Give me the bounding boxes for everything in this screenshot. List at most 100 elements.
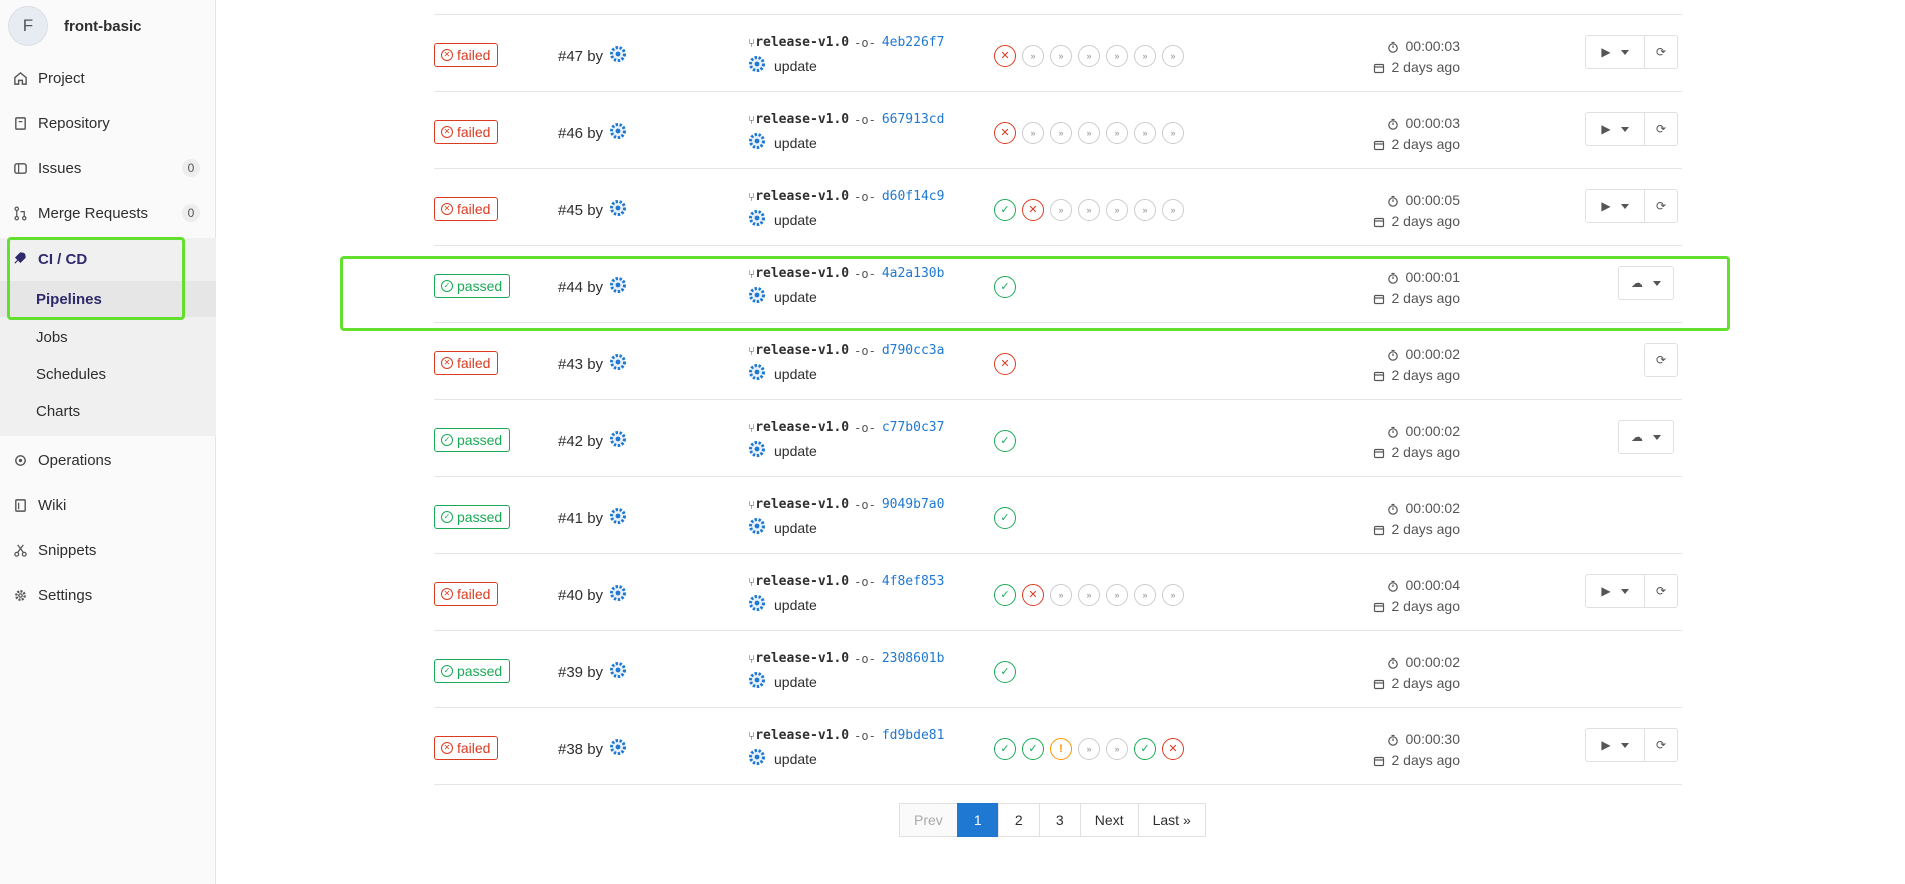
pagination-page-3[interactable]: 3 bbox=[1038, 803, 1081, 837]
stage-skipped-icon[interactable]: » bbox=[1050, 45, 1072, 67]
stage-failed-icon[interactable]: ✕ bbox=[994, 122, 1016, 144]
pipeline-number[interactable]: #43 bbox=[558, 356, 583, 373]
pipeline-number[interactable]: #41 bbox=[558, 510, 583, 527]
project-header[interactable]: F front-basic bbox=[8, 6, 142, 46]
stage-skipped-icon[interactable]: » bbox=[1162, 45, 1184, 67]
branch-name[interactable]: release-v1.0 bbox=[755, 266, 849, 281]
stage-skipped-icon[interactable]: » bbox=[1106, 584, 1128, 606]
sidebar-item-project[interactable]: Project bbox=[0, 61, 216, 95]
user-avatar-icon[interactable] bbox=[603, 45, 627, 67]
retry-button[interactable]: ⟳ bbox=[1644, 189, 1678, 223]
stage-skipped-icon[interactable]: » bbox=[1134, 122, 1156, 144]
status-badge[interactable]: ✕ failed bbox=[434, 351, 499, 375]
stage-skipped-icon[interactable]: » bbox=[1078, 199, 1100, 221]
pipeline-id[interactable]: #39 by bbox=[558, 661, 627, 683]
status-badge[interactable]: ✓ passed bbox=[434, 428, 511, 452]
status-badge[interactable]: ✓ passed bbox=[434, 659, 511, 683]
status-badge[interactable]: ✕ failed bbox=[434, 736, 499, 760]
retry-button[interactable]: ⟳ bbox=[1644, 574, 1678, 608]
stage-skipped-icon[interactable]: » bbox=[1106, 199, 1128, 221]
author-avatar-icon[interactable] bbox=[748, 748, 774, 769]
stage-skipped-icon[interactable]: » bbox=[1162, 122, 1184, 144]
author-avatar-icon[interactable] bbox=[748, 209, 774, 230]
stage-warning-icon[interactable]: ! bbox=[1050, 738, 1072, 760]
user-avatar-icon[interactable] bbox=[603, 507, 627, 529]
commit-sha[interactable]: 667913cd bbox=[882, 112, 945, 127]
author-avatar-icon[interactable] bbox=[748, 440, 774, 461]
commit-message[interactable]: update bbox=[774, 597, 817, 613]
stage-failed-icon[interactable]: ✕ bbox=[994, 353, 1016, 375]
pipeline-number[interactable]: #38 bbox=[558, 741, 583, 758]
status-badge[interactable]: ✓ passed bbox=[434, 274, 511, 298]
user-avatar-icon[interactable] bbox=[603, 738, 627, 760]
stage-failed-icon[interactable]: ✕ bbox=[1022, 584, 1044, 606]
stage-skipped-icon[interactable]: » bbox=[1078, 584, 1100, 606]
commit-message[interactable]: update bbox=[774, 674, 817, 690]
author-avatar-icon[interactable] bbox=[748, 594, 774, 615]
pagination-next[interactable]: Next bbox=[1079, 803, 1139, 837]
play-manual-button[interactable]: ▶ bbox=[1585, 112, 1645, 146]
stage-skipped-icon[interactable]: » bbox=[1022, 45, 1044, 67]
pipeline-id[interactable]: #40 by bbox=[558, 584, 627, 606]
commit-message[interactable]: update bbox=[774, 443, 817, 459]
pipeline-id[interactable]: #45 by bbox=[558, 199, 627, 221]
stage-success-icon[interactable]: ✓ bbox=[994, 584, 1016, 606]
branch-name[interactable]: release-v1.0 bbox=[755, 574, 849, 589]
stage-skipped-icon[interactable]: » bbox=[1078, 738, 1100, 760]
status-badge[interactable]: ✓ passed bbox=[434, 505, 511, 529]
commit-sha[interactable]: 9049b7a0 bbox=[882, 497, 945, 512]
stage-skipped-icon[interactable]: » bbox=[1050, 584, 1072, 606]
user-avatar-icon[interactable] bbox=[603, 353, 627, 375]
user-avatar-icon[interactable] bbox=[603, 199, 627, 221]
branch-name[interactable]: release-v1.0 bbox=[755, 497, 849, 512]
pipeline-number[interactable]: #44 bbox=[558, 279, 583, 296]
sidebar-item-schedules[interactable]: Schedules bbox=[0, 356, 216, 392]
stage-skipped-icon[interactable]: » bbox=[1022, 122, 1044, 144]
stage-skipped-icon[interactable]: » bbox=[1162, 584, 1184, 606]
commit-message[interactable]: update bbox=[774, 520, 817, 536]
stage-failed-icon[interactable]: ✕ bbox=[1162, 738, 1184, 760]
retry-button[interactable]: ⟳ bbox=[1644, 343, 1678, 377]
status-badge[interactable]: ✕ failed bbox=[434, 120, 499, 144]
project-name[interactable]: front-basic bbox=[64, 18, 142, 35]
stage-skipped-icon[interactable]: » bbox=[1050, 122, 1072, 144]
stage-success-icon[interactable]: ✓ bbox=[994, 507, 1016, 529]
user-avatar-icon[interactable] bbox=[603, 430, 627, 452]
play-manual-button[interactable]: ▶ bbox=[1585, 35, 1645, 69]
author-avatar-icon[interactable] bbox=[748, 363, 774, 384]
commit-sha[interactable]: c77b0c37 bbox=[882, 420, 945, 435]
stage-success-icon[interactable]: ✓ bbox=[994, 738, 1016, 760]
pipeline-id[interactable]: #42 by bbox=[558, 430, 627, 452]
pipeline-number[interactable]: #47 bbox=[558, 48, 583, 65]
user-avatar-icon[interactable] bbox=[603, 584, 627, 606]
play-manual-button[interactable]: ▶ bbox=[1585, 728, 1645, 762]
stage-success-icon[interactable]: ✓ bbox=[1022, 738, 1044, 760]
branch-name[interactable]: release-v1.0 bbox=[755, 35, 849, 50]
download-artifacts-button[interactable]: ☁ bbox=[1618, 420, 1674, 454]
stage-success-icon[interactable]: ✓ bbox=[1134, 738, 1156, 760]
pipeline-id[interactable]: #38 by bbox=[558, 738, 627, 760]
sidebar-item-snippets[interactable]: Snippets bbox=[0, 533, 216, 567]
stage-skipped-icon[interactable]: » bbox=[1162, 199, 1184, 221]
sidebar-item-pipelines[interactable]: Pipelines bbox=[0, 281, 216, 317]
branch-name[interactable]: release-v1.0 bbox=[755, 343, 849, 358]
stage-skipped-icon[interactable]: » bbox=[1106, 122, 1128, 144]
pipeline-number[interactable]: #39 bbox=[558, 664, 583, 681]
pipeline-number[interactable]: #45 bbox=[558, 202, 583, 219]
author-avatar-icon[interactable] bbox=[748, 132, 774, 153]
stage-skipped-icon[interactable]: » bbox=[1134, 199, 1156, 221]
stage-success-icon[interactable]: ✓ bbox=[994, 276, 1016, 298]
branch-name[interactable]: release-v1.0 bbox=[755, 728, 849, 743]
branch-name[interactable]: release-v1.0 bbox=[755, 420, 849, 435]
pipeline-id[interactable]: #47 by bbox=[558, 45, 627, 67]
pagination-prev[interactable]: Prev bbox=[899, 803, 958, 837]
commit-message[interactable]: update bbox=[774, 751, 817, 767]
pipeline-number[interactable]: #40 bbox=[558, 587, 583, 604]
sidebar-item-issues[interactable]: Issues 0 bbox=[0, 151, 216, 185]
stage-success-icon[interactable]: ✓ bbox=[994, 430, 1016, 452]
sidebar-item-cicd[interactable]: CI / CD bbox=[0, 242, 216, 276]
pipeline-id[interactable]: #44 by bbox=[558, 276, 627, 298]
branch-name[interactable]: release-v1.0 bbox=[755, 189, 849, 204]
sidebar-item-wiki[interactable]: Wiki bbox=[0, 488, 216, 522]
commit-message[interactable]: update bbox=[774, 135, 817, 151]
